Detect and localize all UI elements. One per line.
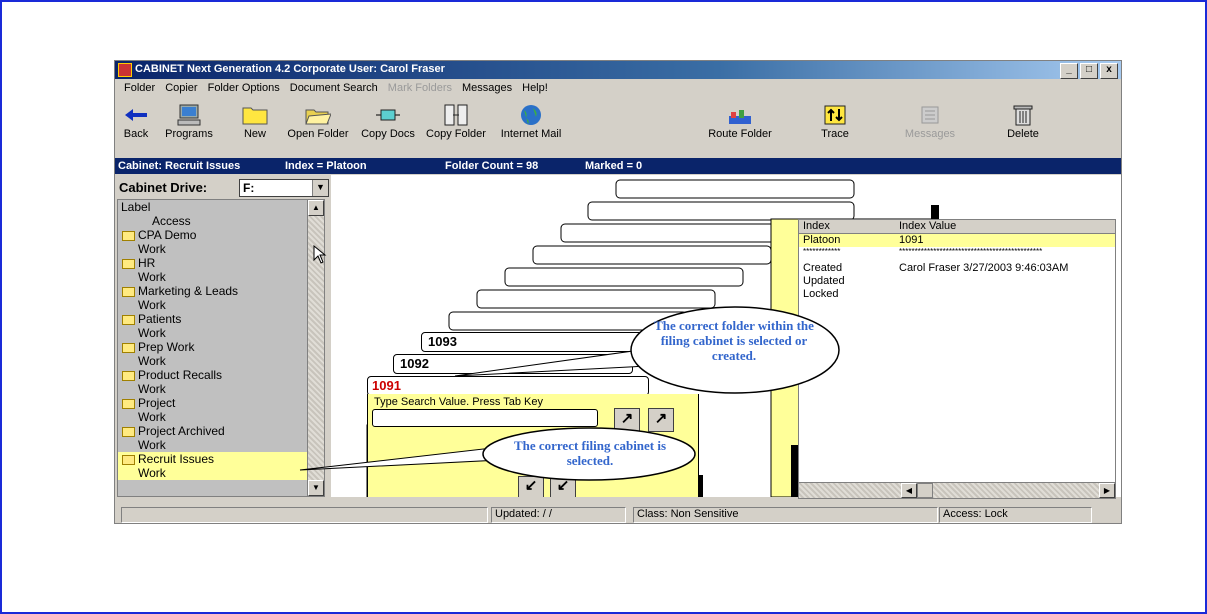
callout-folder-text: The correct folder within the filing cab…: [654, 318, 814, 363]
callout-cabinet-text: The correct filing cabinet is selected.: [513, 438, 667, 468]
callout-layer: [299, 306, 840, 481]
